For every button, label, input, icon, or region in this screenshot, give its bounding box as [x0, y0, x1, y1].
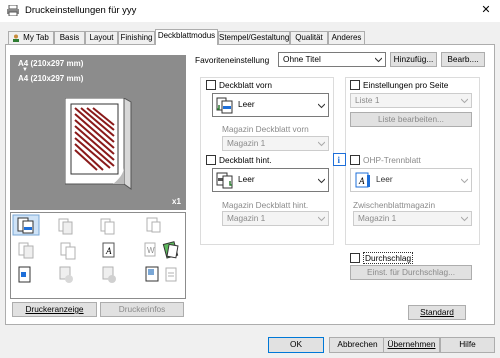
- ohp-paper-select[interactable]: A Leer: [350, 168, 472, 192]
- favorites-edit-button[interactable]: Bearb....: [441, 52, 485, 67]
- function-icons-panel: A W: [10, 212, 186, 299]
- ohp-label: OHP-Trennblatt: [363, 155, 421, 165]
- printer-info-button[interactable]: Druckerinfos: [100, 302, 184, 317]
- cover-back-tray-label: Magazin Deckblatt hint.: [222, 200, 309, 210]
- help-button[interactable]: Hilfe: [440, 337, 495, 353]
- chevron-down-icon: [318, 178, 325, 184]
- copies-count: x1: [172, 197, 181, 206]
- cover-back-checkbox[interactable]: [206, 155, 216, 165]
- cover-front-tray-select[interactable]: Magazin 1: [222, 136, 329, 151]
- printer-display-button[interactable]: Druckeranzeige: [12, 302, 97, 317]
- per-page-label: Einstellungen pro Seite: [363, 80, 449, 90]
- apply-button[interactable]: Übernehmen: [383, 337, 440, 353]
- svg-text:A: A: [105, 246, 112, 256]
- edit-list-button[interactable]: Liste bearbeiten...: [350, 112, 472, 127]
- carbon-copy-label: Durchschlag: [363, 252, 414, 264]
- tab-deckblattmodus[interactable]: Deckblattmodus: [155, 29, 218, 45]
- chevron-down-icon: [461, 178, 468, 184]
- cancel-button[interactable]: Abbrechen: [329, 337, 386, 353]
- favorites-add-button[interactable]: Hinzufüg...: [390, 52, 437, 67]
- tab-qualitaet[interactable]: Qualität: [290, 31, 328, 44]
- paper-size-bottom: A4 (210x297 mm): [18, 74, 84, 83]
- tab-anderes[interactable]: Anderes: [328, 31, 365, 44]
- chevron-down-icon: [461, 98, 468, 104]
- favorites-label: Favoriteneinstellung: [195, 55, 270, 65]
- chevron-down-icon: [318, 141, 325, 147]
- cover-back-tray-select[interactable]: Magazin 1: [222, 211, 329, 226]
- per-page-checkbox[interactable]: [350, 80, 360, 90]
- standard-button[interactable]: Standard: [408, 305, 466, 320]
- tab-finishing[interactable]: Finishing: [118, 31, 155, 44]
- tab-stempel-gestaltung[interactable]: Stempel/Gestaltung: [218, 31, 290, 44]
- tab-layout[interactable]: Layout: [85, 31, 118, 44]
- chevron-down-icon: [461, 216, 468, 222]
- cover-sheet-icon: [216, 97, 233, 114]
- per-page-list-select[interactable]: Liste 1: [350, 93, 472, 108]
- ohp-tray-select[interactable]: Magazin 1: [353, 211, 472, 226]
- info-icon: i: [333, 153, 346, 166]
- back-cover-sheet-icon: [216, 172, 233, 189]
- cover-front-tray-label: Magazin Deckblatt vorn: [222, 124, 309, 134]
- tab-my-tab[interactable]: My Tab: [8, 31, 54, 44]
- tab-basis[interactable]: Basis: [54, 31, 85, 44]
- title-bar: Druckeinstellungen für yyy ✕: [0, 0, 500, 22]
- svg-text:W: W: [147, 246, 155, 255]
- user-icon: [13, 34, 19, 42]
- page-preview: A4 (210x297 mm) ▼ A4 (210x297 mm) x1: [10, 55, 186, 210]
- function-icons: A W: [12, 214, 179, 283]
- cover-front-paper-select[interactable]: Leer: [212, 93, 329, 117]
- carbon-settings-button[interactable]: Einst. für Durchschlag...: [350, 265, 472, 280]
- cover-back-paper-select[interactable]: Leer: [212, 168, 329, 192]
- cover-front-label: Deckblatt vorn: [219, 80, 273, 90]
- svg-text:A: A: [358, 176, 365, 186]
- ok-button[interactable]: OK: [268, 337, 324, 353]
- printer-icon: [7, 5, 19, 16]
- cover-back-label: Deckblatt hint.: [219, 155, 272, 165]
- favorites-select[interactable]: Ohne Titel: [278, 52, 386, 67]
- close-button[interactable]: ✕: [478, 3, 494, 17]
- cover-front-checkbox[interactable]: [206, 80, 216, 90]
- ohp-checkbox[interactable]: [350, 155, 360, 165]
- chevron-down-icon: [318, 216, 325, 222]
- ohp-tray-label: Zwischenblattmagazin: [353, 200, 436, 210]
- arrow-down-icon: ▼: [22, 67, 28, 73]
- carbon-copy-checkbox[interactable]: [350, 253, 360, 263]
- window-title: Druckeinstellungen für yyy: [25, 5, 137, 16]
- chevron-down-icon: [375, 57, 382, 63]
- document-preview-icon: [65, 98, 132, 190]
- transparency-sheet-icon: A: [355, 172, 370, 188]
- chevron-down-icon: [318, 103, 325, 109]
